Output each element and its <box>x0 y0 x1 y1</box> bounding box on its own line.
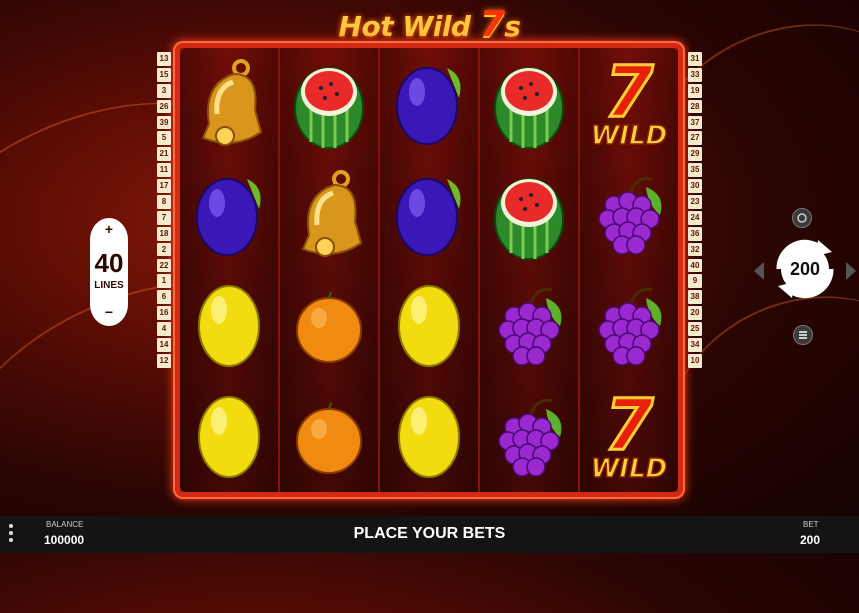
left-line-indicator: 11 <box>157 163 171 178</box>
right-line-indicator: 33 <box>688 67 702 82</box>
reel-4 <box>480 48 580 492</box>
game-title: Hot Wild 7s <box>0 4 859 45</box>
right-line-indicator: 35 <box>688 163 702 178</box>
left-line-indicator: 39 <box>157 115 171 130</box>
left-line-indicators: 13 15 3 26 39 5 21 11 17 8 7 18 2 22 1 6 16 4 14 12 <box>157 52 171 370</box>
left-line-indicator: 3 <box>157 83 171 98</box>
bell-symbol <box>280 159 378 270</box>
lines-plus-button[interactable]: + <box>90 221 128 237</box>
left-line-indicator: 14 <box>157 338 171 352</box>
right-line-indicator: 23 <box>688 195 702 209</box>
wild-label: WILD <box>591 454 668 484</box>
lemon-symbol <box>180 381 278 492</box>
reels-area[interactable]: 7 WILD 7 WILD <box>180 48 678 492</box>
lines-value: 40 <box>94 248 124 278</box>
game-title-seven: 7 <box>479 4 505 45</box>
reel-5: 7 WILD 7 WILD <box>580 48 678 492</box>
bet-increase-button[interactable] <box>844 260 858 282</box>
orange-symbol <box>280 270 378 381</box>
left-line-indicator: 7 <box>157 210 171 225</box>
orange-symbol <box>280 381 378 492</box>
left-line-indicator: 5 <box>157 131 171 146</box>
arrow-right-icon <box>846 262 856 280</box>
reel-3 <box>380 48 480 492</box>
right-line-indicator: 25 <box>688 322 702 336</box>
left-line-indicator: 12 <box>157 353 171 368</box>
lemon-symbol <box>380 381 478 492</box>
left-line-indicator: 8 <box>157 195 171 209</box>
reel-1 <box>180 48 280 492</box>
plum-symbol <box>380 48 478 159</box>
right-line-indicator: 30 <box>688 179 702 193</box>
right-line-indicator: 27 <box>688 131 702 146</box>
bet-value: 200 <box>800 533 821 547</box>
right-line-indicator: 20 <box>688 306 702 321</box>
left-line-indicator: 13 <box>157 52 171 66</box>
grapes-symbol <box>580 270 678 381</box>
right-line-indicator: 29 <box>688 147 702 162</box>
lemon-symbol <box>180 270 278 381</box>
right-line-indicator: 24 <box>688 210 702 225</box>
right-line-indicators: 31 33 19 28 37 27 29 35 30 23 24 36 32 40 9 38 20 25 34 10 <box>688 52 702 370</box>
lines-label: LINES <box>94 280 124 291</box>
reel-2 <box>280 48 380 492</box>
lines-minus-button[interactable]: − <box>90 304 128 320</box>
plum-symbol <box>380 159 478 270</box>
left-line-indicator: 2 <box>157 242 171 257</box>
menu-stack-button[interactable] <box>793 325 813 345</box>
left-line-indicator: 16 <box>157 306 171 321</box>
autoplay-button[interactable] <box>792 208 812 228</box>
grapes-symbol <box>480 381 578 492</box>
watermelon-symbol <box>280 48 378 159</box>
bet-decrease-button[interactable] <box>752 260 766 282</box>
grapes-symbol <box>480 270 578 381</box>
right-line-indicator: 9 <box>688 274 702 289</box>
left-line-indicator: 17 <box>157 179 171 193</box>
lines-control: + 40 LINES − <box>90 218 128 326</box>
arrow-left-icon <box>754 262 764 280</box>
spin-bet-value: 200 <box>789 259 821 279</box>
right-line-indicator: 38 <box>688 290 702 305</box>
right-line-indicator: 10 <box>688 353 702 368</box>
right-line-indicator: 32 <box>688 242 702 257</box>
left-line-indicator: 22 <box>157 258 171 273</box>
right-line-indicator: 40 <box>688 258 702 273</box>
plum-symbol <box>180 159 278 270</box>
left-line-indicator: 4 <box>157 322 171 336</box>
wild-symbol: 7 WILD <box>580 48 678 159</box>
watermelon-symbol <box>480 48 578 159</box>
game-title-text: Hot Wild <box>338 10 480 43</box>
left-line-indicator: 26 <box>157 99 171 114</box>
right-line-indicator: 31 <box>688 52 702 66</box>
bell-symbol <box>180 48 278 159</box>
wild-label: WILD <box>591 121 668 151</box>
watermelon-symbol <box>480 159 578 270</box>
right-line-indicator: 34 <box>688 338 702 352</box>
lemon-symbol <box>380 270 478 381</box>
left-line-indicator: 1 <box>157 274 171 289</box>
left-line-indicator: 18 <box>157 226 171 241</box>
autoplay-icon <box>797 213 807 223</box>
game-title-suffix: s <box>504 10 521 43</box>
bet-label: BET <box>803 520 819 529</box>
left-line-indicator: 21 <box>157 147 171 162</box>
right-line-indicator: 28 <box>688 99 702 114</box>
left-line-indicator: 6 <box>157 290 171 305</box>
spin-button[interactable]: 200 <box>770 234 840 304</box>
right-line-indicator: 37 <box>688 115 702 130</box>
grapes-symbol <box>580 159 678 270</box>
wild-symbol: 7 WILD <box>580 381 678 492</box>
right-line-indicator: 19 <box>688 83 702 98</box>
left-line-indicator: 15 <box>157 67 171 82</box>
bottom-bar: BALANCE 100000 PLACE YOUR BETS BET 200 <box>0 516 859 553</box>
right-line-indicator: 36 <box>688 226 702 241</box>
stack-icon <box>799 331 807 339</box>
status-message: PLACE YOUR BETS <box>353 525 506 542</box>
